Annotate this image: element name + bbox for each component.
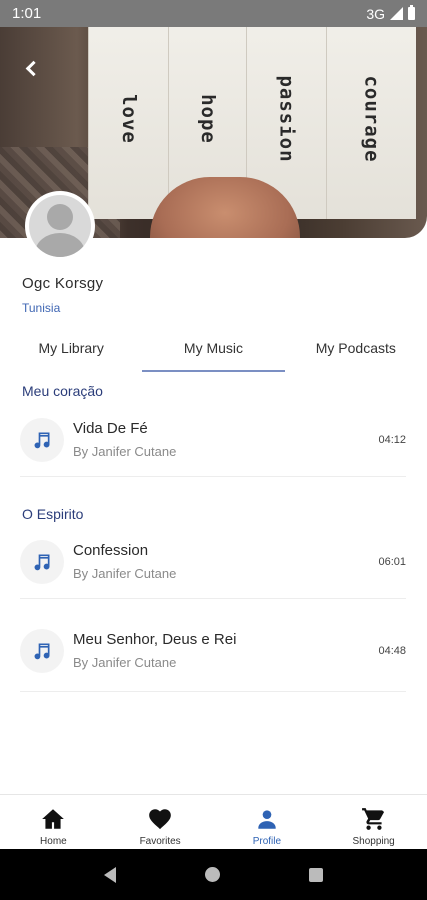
track-artist: By Janifer Cutane	[73, 444, 177, 459]
back-button[interactable]	[14, 51, 48, 85]
system-home-icon[interactable]	[204, 867, 220, 882]
track-title: Meu Senhor, Deus e Rei	[73, 631, 237, 648]
cover-word: passion	[275, 75, 298, 163]
track-artist: By Janifer Cutane	[73, 655, 177, 670]
system-navigation-bar	[0, 849, 427, 900]
home-icon	[42, 809, 65, 829]
music-note-icon	[20, 417, 64, 462]
status-indicators: 3G	[366, 5, 415, 22]
track-title: Confession	[73, 542, 149, 559]
cart-icon	[361, 808, 384, 830]
tab-my-library[interactable]: My Library	[0, 324, 142, 372]
nav-label: Home	[40, 836, 67, 847]
track-artist: By Janifer Cutane	[73, 566, 177, 581]
music-note-icon	[20, 628, 64, 673]
nav-shopping[interactable]: Shopping	[320, 795, 427, 849]
network-label: 3G	[366, 5, 385, 22]
track-duration: 04:48	[378, 644, 406, 657]
cover-paper-strip: love	[88, 27, 168, 219]
nav-profile[interactable]: Profile	[214, 795, 321, 849]
nav-home[interactable]: Home	[0, 795, 107, 849]
cover-word: courage	[360, 75, 383, 163]
chevron-left-icon	[25, 60, 41, 76]
system-back-icon[interactable]	[104, 866, 117, 883]
signal-icon	[390, 7, 403, 20]
system-recents-icon[interactable]	[308, 867, 323, 882]
nav-label: Profile	[252, 836, 282, 847]
battery-icon	[408, 5, 415, 20]
profile-location: Tunisia	[22, 301, 61, 315]
track-row[interactable]: Meu Senhor, Deus e Rei By Janifer Cutane…	[20, 610, 406, 692]
tab-my-music[interactable]: My Music	[142, 324, 285, 372]
status-bar: 1:01 3G	[0, 0, 427, 27]
section-title: O Espirito	[22, 506, 84, 522]
track-duration: 06:01	[378, 555, 406, 568]
cover-word: love	[117, 94, 140, 144]
nav-favorites[interactable]: Favorites	[107, 795, 214, 849]
nav-label: Favorites	[139, 836, 181, 847]
avatar-placeholder-icon	[29, 195, 91, 257]
heart-icon	[149, 809, 171, 830]
music-note-icon	[20, 539, 64, 584]
cover-word: hope	[196, 94, 219, 144]
tab-my-podcasts[interactable]: My Podcasts	[285, 324, 427, 372]
person-icon	[258, 810, 276, 829]
track-row[interactable]: Confession By Janifer Cutane 06:01	[20, 525, 406, 599]
bottom-navigation: Home Favorites Profile Shopping	[0, 794, 427, 849]
track-title: Vida De Fé	[73, 420, 148, 437]
nav-label: Shopping	[352, 836, 395, 847]
profile-name: Ogc Korsgy	[22, 275, 104, 292]
cover-paper-strip: courage	[326, 27, 416, 219]
avatar[interactable]	[25, 191, 95, 261]
track-row[interactable]: Vida De Fé By Janifer Cutane 04:12	[20, 403, 406, 477]
track-duration: 04:12	[378, 433, 406, 446]
profile-tabs: My Library My Music My Podcasts	[0, 324, 427, 372]
status-time: 1:01	[12, 5, 42, 22]
section-title: Meu coração	[22, 383, 103, 399]
